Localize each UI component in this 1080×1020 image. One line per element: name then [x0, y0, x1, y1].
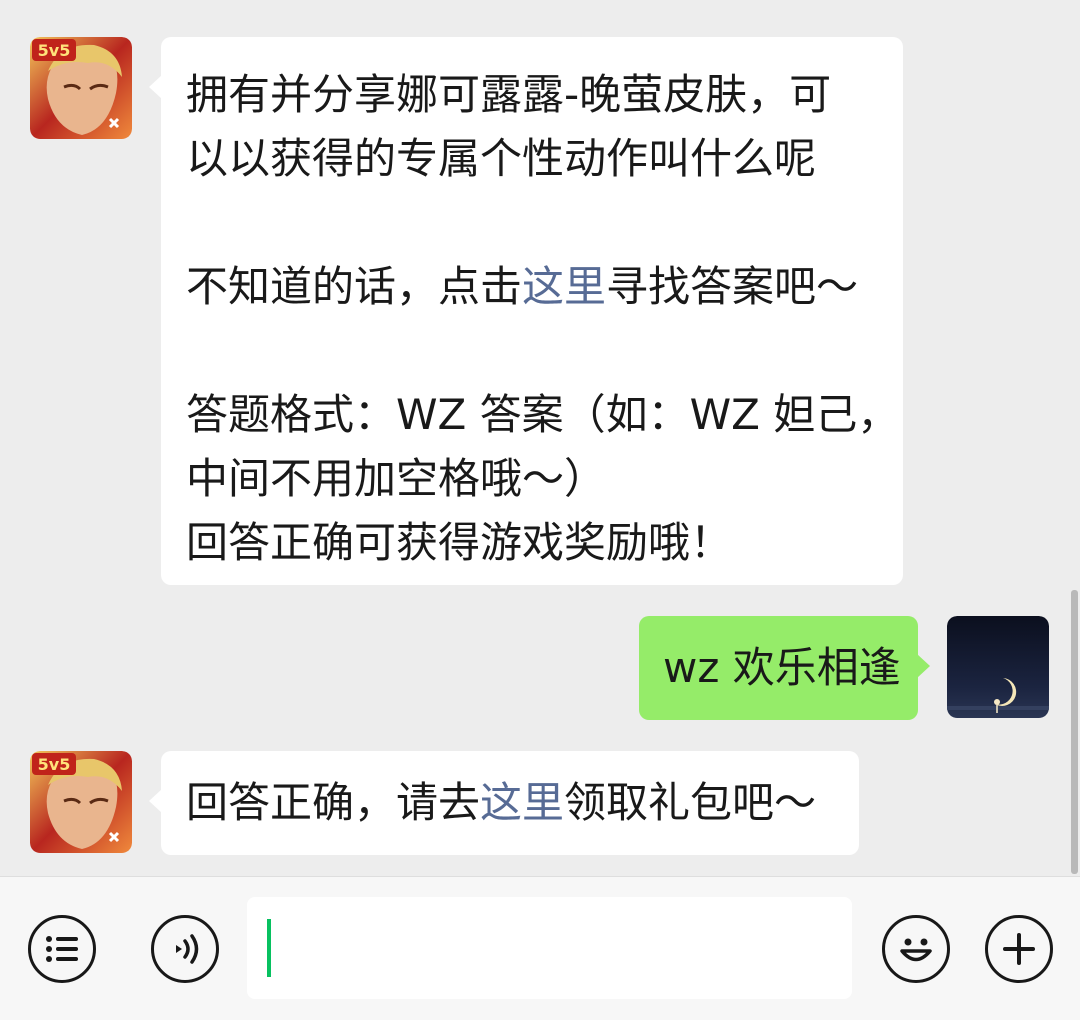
scrollbar[interactable] — [1071, 590, 1078, 874]
message-bubble-user[interactable]: wz 欢乐相逢 — [639, 616, 930, 720]
emoji-button[interactable] — [882, 915, 950, 983]
message-text-line: 以以获得的专属个性动作叫什么呢 — [186, 134, 817, 183]
gift-link[interactable]: 这里 — [480, 778, 564, 827]
format-line: 回答正确可获得游戏奖励哦！ — [186, 518, 733, 567]
menu-icon — [46, 936, 78, 962]
moon-night-icon — [947, 616, 1049, 718]
text-caret — [267, 919, 271, 977]
user-message-text: wz 欢乐相逢 — [663, 643, 901, 692]
emoji-icon — [900, 938, 932, 962]
chat-area: 5v5 拥有并分享娜可露露-晚萤皮肤，可 以以获得的专属个性动作叫什么呢 不知道… — [0, 0, 1080, 876]
message-bubble-bot[interactable]: 回答正确，请去这里领取礼包吧～ — [149, 751, 859, 855]
game-bot-avatar[interactable]: 5v5 — [30, 751, 132, 853]
message-text-line: 拥有并分享娜可露露-晚萤皮肤，可 — [186, 70, 832, 119]
menu-button[interactable] — [28, 915, 96, 983]
reply-text-end: 领取礼包吧～ — [564, 778, 817, 827]
plus-icon — [1003, 933, 1035, 965]
hint-text: 不知道的话，点击 — [186, 262, 523, 311]
user-avatar[interactable] — [947, 616, 1049, 718]
input-toolbar — [0, 876, 1080, 1020]
voice-button[interactable] — [151, 915, 219, 983]
game-bot-avatar[interactable]: 5v5 — [30, 37, 132, 139]
format-line: 中间不用加空格哦～） — [186, 454, 607, 503]
hint-line: 不知道的话，点击这里寻找答案吧～ — [186, 255, 903, 319]
hint-text-end: 寻找答案吧～ — [606, 262, 859, 311]
hero-portrait-icon: 5v5 — [30, 37, 132, 139]
format-line: 答题格式：WZ 答案（如：WZ 妲己， — [186, 390, 900, 439]
plus-button[interactable] — [985, 915, 1053, 983]
voice-icon — [176, 934, 199, 964]
message-bubble-bot[interactable]: 拥有并分享娜可露露-晚萤皮肤，可 以以获得的专属个性动作叫什么呢 不知道的话，点… — [149, 37, 903, 585]
reply-line: 回答正确，请去这里领取礼包吧～ — [186, 771, 859, 835]
avatar-badge: 5v5 — [38, 41, 71, 60]
avatar-badge: 5v5 — [38, 755, 71, 774]
answer-link[interactable]: 这里 — [522, 262, 606, 311]
reply-text: 回答正确，请去 — [186, 778, 481, 827]
hero-portrait-icon: 5v5 — [30, 751, 132, 853]
message-input[interactable] — [247, 897, 852, 999]
